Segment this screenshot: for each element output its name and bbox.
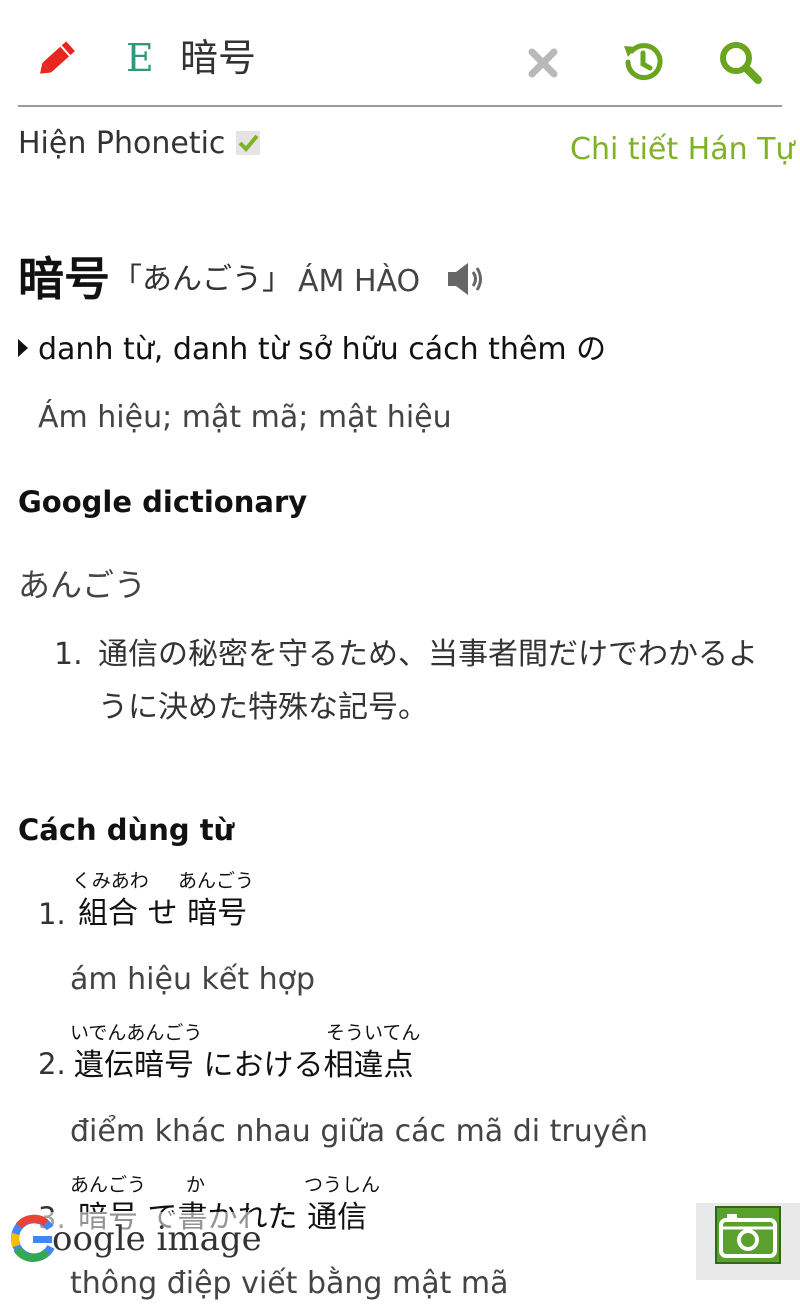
search-input[interactable]: 暗号 bbox=[180, 34, 256, 82]
search-bar: E 暗号 bbox=[0, 0, 800, 108]
furigana: つうしん bbox=[304, 1174, 381, 1196]
hanviet-reading: ÁM HÀO bbox=[298, 264, 421, 299]
divider bbox=[18, 105, 782, 107]
example-word: における bbox=[203, 1048, 324, 1083]
furigana: くみあわ bbox=[72, 870, 149, 892]
han-tu-detail-link[interactable]: Chi tiết Hán Tự bbox=[570, 130, 795, 170]
phonetic-checkbox[interactable] bbox=[236, 131, 260, 155]
triangle-bullet-icon bbox=[18, 338, 28, 357]
dictionary-mode-toggle[interactable]: E bbox=[126, 34, 154, 82]
example-word: 遺伝暗号 bbox=[74, 1048, 194, 1083]
example-translation: thông điệp viết bằng mật mã bbox=[70, 1266, 509, 1301]
headword: 暗号 bbox=[18, 252, 110, 306]
example-word: せ bbox=[147, 896, 178, 931]
definition-text: 通信の秘密を守るため、当事者間だけでわかるように決めた特殊な記号。 bbox=[98, 637, 758, 725]
google-reading: あんごう bbox=[18, 566, 147, 604]
speaker-icon[interactable] bbox=[446, 260, 486, 298]
google-logo-icon bbox=[10, 1214, 56, 1264]
example-number: 1. bbox=[38, 897, 66, 931]
history-icon[interactable] bbox=[618, 38, 666, 86]
furigana: あんごう bbox=[178, 870, 255, 892]
camera-icon bbox=[719, 1214, 777, 1258]
example-word: 相違点 bbox=[323, 1048, 414, 1083]
search-icon[interactable] bbox=[716, 38, 764, 86]
example-word: 組合 bbox=[78, 896, 138, 931]
furigana: か bbox=[186, 1174, 206, 1196]
example-translation: ám hiệu kết hợp bbox=[70, 962, 316, 997]
part-of-speech: danh từ, danh từ sở hữu cách thêm の bbox=[18, 328, 606, 372]
example-sentence: 遺伝暗号 における相違点 bbox=[74, 1046, 414, 1086]
phonetic-label: Hiện Phonetic bbox=[18, 126, 226, 161]
example-translation: điểm khác nhau giữa các mã di truyền bbox=[70, 1114, 648, 1149]
usage-title: Cách dùng từ bbox=[18, 813, 235, 847]
headword-reading: 「あんごう」 bbox=[112, 262, 292, 297]
close-icon[interactable] bbox=[524, 44, 562, 82]
example-sentence: 組合 せ 暗号 bbox=[78, 894, 247, 934]
google-dictionary-title: Google dictionary bbox=[18, 485, 308, 519]
definition-number: 1. bbox=[54, 637, 83, 672]
check-icon bbox=[238, 134, 259, 152]
meaning: Ám hiệu; mật mã; mật hiệu bbox=[38, 400, 452, 435]
part-of-speech-text: danh từ, danh từ sở hữu cách thêm の bbox=[38, 332, 607, 367]
camera-button[interactable] bbox=[715, 1206, 781, 1264]
furigana: いでんあんごう bbox=[70, 1022, 203, 1044]
example-word: 通信 bbox=[307, 1200, 368, 1235]
furigana: あんごう bbox=[70, 1174, 147, 1196]
example-number: 2. bbox=[38, 1047, 66, 1081]
furigana: そういてん bbox=[326, 1022, 421, 1044]
example-word: 暗号 bbox=[187, 896, 248, 931]
edit-icon[interactable] bbox=[32, 38, 80, 82]
google-image-label: oogle image bbox=[52, 1219, 262, 1259]
